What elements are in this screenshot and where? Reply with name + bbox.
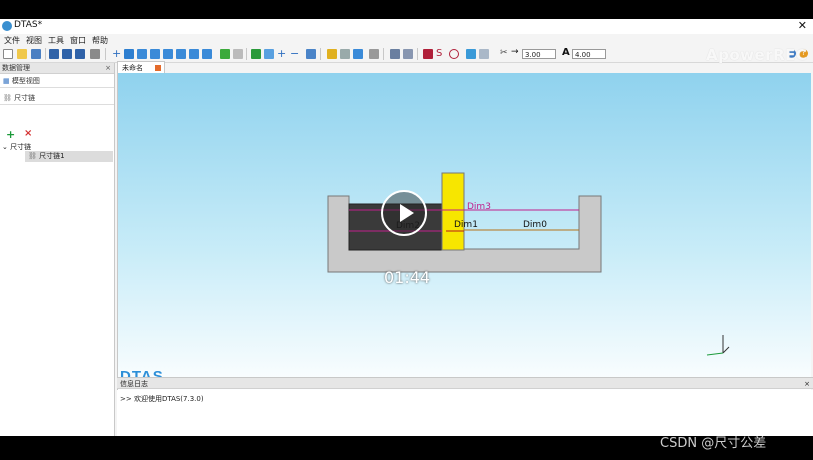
add-chain-button[interactable]: +	[6, 128, 15, 141]
wireframe-icon[interactable]	[233, 49, 243, 59]
3d-viewport[interactable]: Dim3 Dim2 Dim1 Dim0 01:44 DTAS	[117, 73, 811, 395]
move-icon[interactable]	[353, 49, 363, 59]
save-icon[interactable]	[49, 49, 59, 59]
export-icon[interactable]	[403, 49, 413, 59]
log-panel-header: 信息日志 ×	[117, 377, 813, 389]
bottom-view-icon[interactable]	[202, 49, 212, 59]
panel-header: 数据管理 ×	[0, 63, 114, 74]
tab-untitled[interactable]: 未命名	[117, 61, 165, 73]
front-view-icon[interactable]	[137, 49, 147, 59]
menu-tools[interactable]: 工具	[46, 35, 66, 46]
curve-icon[interactable]: S	[436, 49, 446, 59]
tree-root-label: 尺寸链	[10, 143, 32, 151]
save-as-icon[interactable]	[62, 49, 72, 59]
add-part-icon[interactable]: +	[112, 48, 122, 59]
back-view-icon[interactable]	[150, 49, 160, 59]
dim0-label: Dim0	[523, 220, 547, 230]
dimension-chain-row[interactable]: ⛓ 尺寸链	[0, 91, 114, 105]
model-view-icon: ▦	[3, 77, 12, 85]
chevron-down-icon[interactable]: ⌄	[2, 143, 10, 151]
measure-icon[interactable]	[327, 49, 337, 59]
face-icon[interactable]	[423, 49, 433, 59]
menu-file[interactable]: 文件	[2, 35, 22, 46]
window-title: DTAS*	[14, 20, 43, 30]
zoom-out-icon[interactable]: −	[290, 48, 300, 59]
menu-help[interactable]: 帮助	[90, 35, 110, 46]
application-window: DTAS* ✕ 文件 视图 工具 窗口 帮助 + + − S ✂ → 3.00 …	[0, 19, 813, 436]
select-icon[interactable]	[466, 49, 476, 59]
left-view-icon[interactable]	[163, 49, 173, 59]
tree-child-label: 尺寸链1	[39, 152, 65, 160]
recorder-watermark: ApowerREC	[706, 46, 808, 64]
model-view-label: 模型视图	[11, 77, 40, 85]
cube-view-icon[interactable]	[124, 49, 134, 59]
tab-title: 未命名	[122, 64, 143, 72]
title-bar: DTAS* ✕	[0, 19, 813, 34]
font-size-label: A	[562, 47, 570, 58]
link-icon: ⛓	[28, 152, 40, 160]
axis-triad-icon	[706, 335, 730, 356]
table-icon[interactable]	[306, 49, 316, 59]
save-all-icon[interactable]	[75, 49, 85, 59]
new-file-icon[interactable]	[3, 49, 13, 59]
report-icon[interactable]	[390, 49, 400, 59]
csdn-watermark: CSDN @尺寸公差	[660, 436, 767, 451]
print-icon[interactable]	[90, 49, 100, 59]
circle-icon[interactable]	[449, 49, 459, 59]
pick-icon[interactable]	[479, 49, 489, 59]
app-logo-icon	[2, 21, 12, 31]
delete-tool-icon[interactable]	[369, 49, 379, 59]
menu-bar: 文件 视图 工具 窗口 帮助	[0, 35, 813, 46]
tree-child-item[interactable]: ⛓ 尺寸链1	[25, 151, 113, 162]
shaded-icon[interactable]	[220, 49, 230, 59]
tab-close-icon[interactable]	[155, 65, 161, 71]
log-panel: >> 欢迎使用DTAS(7.3.0)	[117, 390, 813, 436]
connect-icon[interactable]	[340, 49, 350, 59]
menu-view[interactable]: 视图	[24, 35, 44, 46]
open-folder-icon[interactable]	[17, 49, 27, 59]
delete-chain-button[interactable]: ×	[24, 128, 32, 139]
grid-icon[interactable]	[251, 49, 261, 59]
yellow-gauge-part[interactable]	[441, 172, 465, 251]
layout-icon[interactable]	[264, 49, 274, 59]
line-width-icon: →	[511, 47, 519, 57]
menu-window[interactable]: 窗口	[68, 35, 88, 46]
dim1-label: Dim1	[454, 220, 478, 230]
log-close-icon[interactable]: ×	[804, 378, 810, 390]
toolbar-separator	[45, 48, 46, 60]
font-size-field[interactable]: 4.00	[572, 49, 606, 59]
zoom-in-icon[interactable]: +	[277, 48, 287, 59]
dim3-label: Dim3	[467, 202, 491, 212]
model-view-row[interactable]: ▦ 模型视图	[0, 74, 114, 88]
dimension-tool-icon[interactable]: ✂	[500, 48, 508, 58]
log-line: >> 欢迎使用DTAS(7.3.0)	[120, 395, 204, 403]
line-width-field[interactable]: 3.00	[522, 49, 556, 59]
link-icon: ⛓	[3, 94, 15, 102]
toolbar-separator	[246, 48, 247, 60]
toolbar-separator	[320, 48, 321, 60]
data-management-panel: 数据管理 × ▦ 模型视图 ⛓ 尺寸链 + × ⌄ 尺寸链 ⛓ 尺寸链1	[0, 63, 115, 436]
right-view-icon[interactable]	[176, 49, 186, 59]
close-window-icon[interactable]: ✕	[798, 19, 807, 32]
video-timestamp: 01:44	[384, 268, 431, 287]
play-button[interactable]	[381, 190, 427, 236]
panel-close-icon[interactable]: ×	[105, 63, 111, 74]
toolbar-separator	[383, 48, 384, 60]
top-view-icon[interactable]	[189, 49, 199, 59]
log-panel-title: 信息日志	[120, 380, 148, 388]
open-recent-icon[interactable]	[31, 49, 41, 59]
toolbar-separator	[417, 48, 418, 60]
panel-title: 数据管理	[2, 64, 30, 72]
toolbar-separator	[105, 48, 106, 60]
dimension-chain-label: 尺寸链	[14, 94, 36, 102]
